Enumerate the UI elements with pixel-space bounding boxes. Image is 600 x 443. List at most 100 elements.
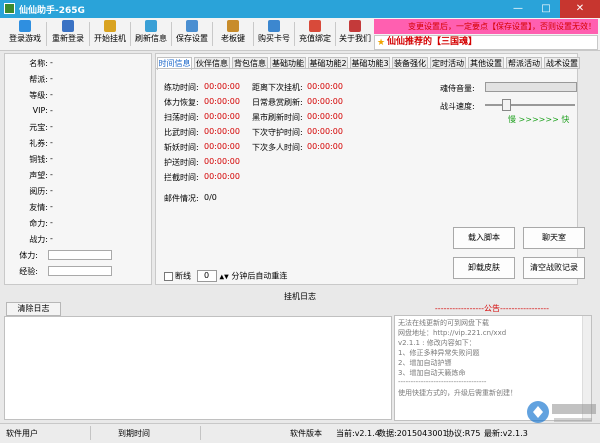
time-value: 00:00:00	[204, 157, 240, 166]
time-value: 00:00:00	[307, 142, 343, 151]
time-label: 拦截时间:	[164, 173, 199, 182]
watermark-logo	[527, 401, 596, 423]
start-idle-button[interactable]: 开始挂机	[91, 20, 129, 48]
volume-bar[interactable]	[485, 82, 577, 92]
refresh-icon	[145, 20, 157, 32]
log-title: 挂机日志	[284, 292, 316, 301]
speed-slider-track[interactable]	[485, 104, 575, 106]
field-value: -	[50, 122, 53, 131]
mail-label: 邮件情况:	[164, 194, 199, 203]
announcement-line: 无法在线更新的可到网盘下载	[398, 319, 489, 327]
refresh-info-button[interactable]: 刷新信息	[132, 20, 170, 48]
latest-version: 最新:v2.1.3	[484, 429, 528, 438]
help-icon	[349, 20, 361, 32]
stamina-bar	[48, 250, 112, 260]
expire-label: 到期时间	[118, 429, 150, 438]
promo-banner[interactable]: ★ 仙仙推荐的【三国魂】	[374, 35, 598, 50]
field-value: -	[50, 202, 53, 211]
chat-room-button[interactable]: 聊天室	[523, 227, 585, 249]
close-button[interactable]: ✕	[560, 0, 600, 18]
field-value: -	[50, 58, 53, 67]
reconnect-minutes-input[interactable]: 0	[196, 270, 217, 282]
auto-reconnect-row: 断线 0 ▲▼ 分钟后自动重连	[164, 270, 287, 282]
experience-bar	[48, 266, 112, 276]
wallet-icon	[309, 20, 321, 32]
user-label: 软件用户	[6, 429, 38, 438]
field-value: -	[50, 138, 53, 147]
announcement-line: -----------------------------------	[398, 378, 487, 386]
clear-battle-log-button[interactable]: 清空战败记录	[523, 257, 585, 279]
reconnect-checkbox[interactable]	[164, 271, 173, 281]
announcement-line: 2、增加自动护镖	[398, 359, 452, 367]
experience-label: 经验:	[19, 267, 38, 276]
status-bar: 软件用户 到期时间 软件版本 当前:v2.1.4 数据:2015043001 协…	[0, 423, 600, 443]
log-area[interactable]	[4, 316, 392, 420]
clear-log-button[interactable]: 清除日志	[6, 302, 61, 316]
time-label: 体力恢复:	[164, 98, 199, 107]
time-value: 00:00:00	[307, 112, 343, 121]
login-game-button[interactable]: 登录游戏	[6, 20, 44, 48]
character-fields: 名称: - 帮派: - 等级: - VIP: - 元宝: - 礼券: - 铜钱: - 声望: -…	[8, 58, 148, 278]
time-value: 00:00:00	[204, 127, 240, 136]
time-value: 00:00:00	[204, 142, 240, 151]
time-label: 日常悬赏刷新:	[252, 98, 303, 107]
announcement-line: 网盘地址：http://vip.221.cn/xxd	[398, 329, 507, 337]
window-title: 仙仙助手-265G	[19, 6, 85, 16]
about-button[interactable]: 关于我们	[337, 20, 373, 48]
field-value: -	[50, 186, 53, 195]
time-value: 00:00:00	[204, 82, 240, 91]
field-value: -	[50, 218, 53, 227]
minimize-button[interactable]: —	[504, 0, 532, 18]
speed-label: 战斗速度:	[440, 102, 475, 111]
load-script-button[interactable]: 载入脚本	[453, 227, 515, 249]
time-label: 斩妖时间:	[164, 143, 199, 152]
announcement-line: v2.1.1 : 修改内容如下：	[398, 339, 476, 347]
announcement-line: 3、增加自动天籁炼命	[398, 369, 466, 377]
relogin-button[interactable]: 重新登录	[48, 20, 88, 48]
field-label: 等级:	[29, 91, 48, 100]
field-label: 铜钱:	[29, 155, 48, 164]
time-label: 护送时间:	[164, 158, 199, 167]
time-label: 黑市刷新时间:	[252, 113, 303, 122]
buy-card-button[interactable]: 购买卡号	[255, 20, 293, 48]
time-label: 下次守护时间:	[252, 128, 303, 137]
star-icon: ★	[377, 38, 386, 48]
minutes-stepper-icon[interactable]: ▲▼	[220, 274, 229, 281]
field-label: VIP:	[32, 106, 48, 115]
boss-key-button[interactable]: 老板键	[214, 20, 252, 48]
time-value: 00:00:00	[307, 97, 343, 106]
time-value: 00:00:00	[307, 82, 343, 91]
field-label: 战力:	[29, 235, 48, 244]
field-label: 声望:	[29, 171, 48, 180]
volume-label: 魂侍音量:	[440, 84, 475, 93]
announcement-header: -----------------公告-----------------	[434, 304, 550, 313]
stamina-label: 体力:	[19, 251, 38, 260]
time-label: 下次多人时间:	[252, 143, 303, 152]
save-settings-button[interactable]: 保存设置	[173, 20, 211, 48]
time-label: 比武时间:	[164, 128, 199, 137]
time-label: 练功时间:	[164, 83, 199, 92]
announcement-line: 1、修正多种异常失败问题	[398, 349, 480, 357]
card-icon	[268, 20, 280, 32]
version-label: 软件版本	[290, 429, 322, 438]
field-value: -	[50, 90, 53, 99]
time-label: 距离下次挂机:	[252, 83, 303, 92]
app-icon	[4, 3, 15, 14]
time-value: 00:00:00	[204, 112, 240, 121]
field-label: 礼券:	[29, 139, 48, 148]
refresh-arrow-icon	[62, 20, 74, 32]
time-value: 00:00:00	[307, 127, 343, 136]
field-value: -	[50, 170, 53, 179]
unload-skin-button[interactable]: 卸载皮肤	[453, 257, 515, 279]
time-label: 扫荡时间:	[164, 113, 199, 122]
settings-notice: 变更设置后，一定要点【保存设置】，否则设置无效！	[374, 19, 598, 34]
speed-slider-thumb[interactable]	[502, 99, 511, 111]
protocol-version: 协议:R75	[446, 429, 481, 438]
recharge-bind-button[interactable]: 充值绑定	[296, 20, 334, 48]
field-value: -	[50, 74, 53, 83]
time-value: 00:00:00	[204, 172, 240, 181]
save-icon	[186, 20, 198, 32]
boss-icon	[227, 20, 239, 32]
data-version: 数据:2015043001	[378, 429, 448, 438]
maximize-button[interactable]: □	[532, 0, 560, 18]
